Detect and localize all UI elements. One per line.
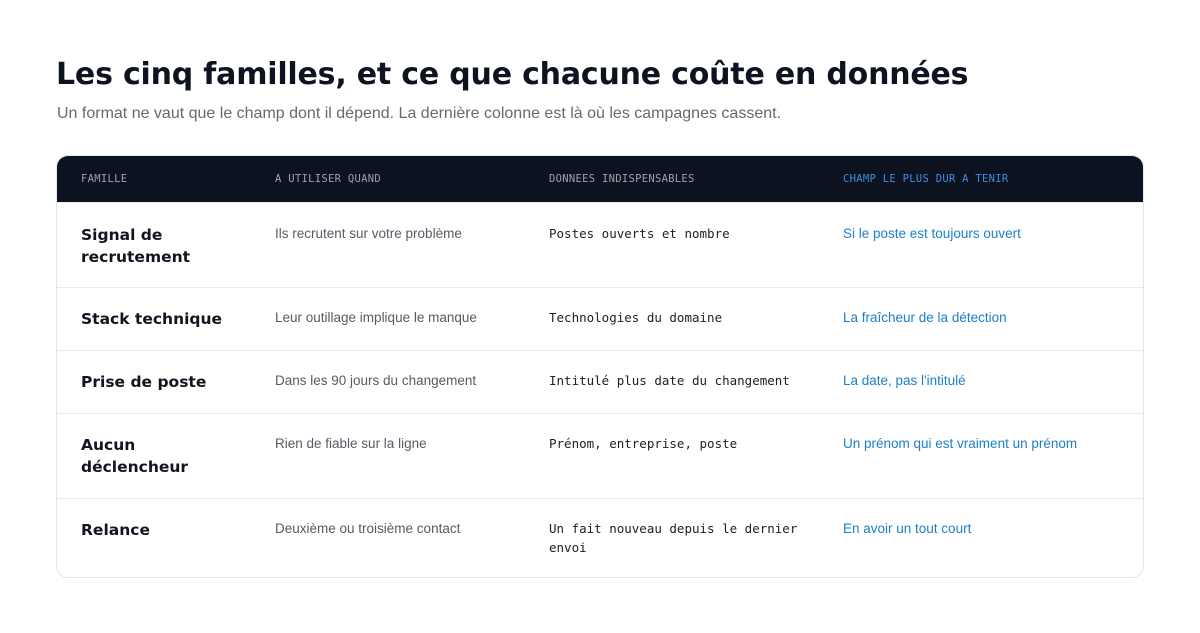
table-header: FAMILLE A UTILISER QUAND DONNEES INDISPE… (57, 156, 1143, 202)
row-champ: Un prénom qui est vraiment un prénom (843, 436, 1078, 451)
row-quand: Dans les 90 jours du changement (275, 373, 477, 388)
column-header-famille: FAMILLE (81, 173, 128, 185)
row-champ: Si le poste est toujours ouvert (843, 226, 1021, 241)
column-header-quand: A UTILISER QUAND (275, 173, 381, 185)
page-title: Les cinq familles, et ce que chacune coû… (56, 57, 969, 92)
row-famille: Prise de poste (81, 373, 207, 391)
table-row: Signal de recrutement Ils recrutent sur … (57, 202, 1143, 287)
table-row: Prise de poste Dans les 90 jours du chan… (57, 350, 1143, 413)
page-subtitle: Un format ne vaut que le champ dont il d… (57, 105, 782, 122)
row-donnees: Technologies du domaine (549, 310, 723, 325)
row-champ: La date, pas l'intitulé (843, 373, 966, 388)
table-row: Stack technique Leur outillage implique … (57, 287, 1143, 350)
row-famille: Signal de recrutement (81, 226, 191, 266)
table-row: Relance Deuxième ou troisième contact Un… (57, 498, 1143, 577)
row-donnees: Postes ouverts et nombre (549, 226, 730, 241)
row-quand: Rien de fiable sur la ligne (275, 436, 427, 451)
row-famille: Stack technique (81, 310, 223, 328)
row-famille: Relance (81, 521, 150, 539)
row-champ: En avoir un tout court (843, 521, 972, 536)
row-quand: Ils recrutent sur votre problème (275, 226, 462, 241)
column-header-donnees: DONNEES INDISPENSABLES (549, 173, 695, 185)
column-header-champ: CHAMP LE PLUS DUR A TENIR (843, 173, 1009, 185)
row-donnees: Intitulé plus date du changement (549, 373, 790, 388)
table-row: Aucun déclencheur Rien de fiable sur la … (57, 413, 1143, 498)
row-champ: La fraîcheur de la détection (843, 310, 1007, 325)
row-famille: Aucun déclencheur (81, 436, 189, 476)
row-donnees: Un fait nouveau depuis le dernier envoi (549, 521, 798, 555)
families-table: FAMILLE A UTILISER QUAND DONNEES INDISPE… (56, 155, 1144, 578)
row-quand: Leur outillage implique le manque (275, 310, 477, 325)
row-quand: Deuxième ou troisième contact (275, 521, 461, 536)
row-donnees: Prénom, entreprise, poste (549, 436, 738, 451)
